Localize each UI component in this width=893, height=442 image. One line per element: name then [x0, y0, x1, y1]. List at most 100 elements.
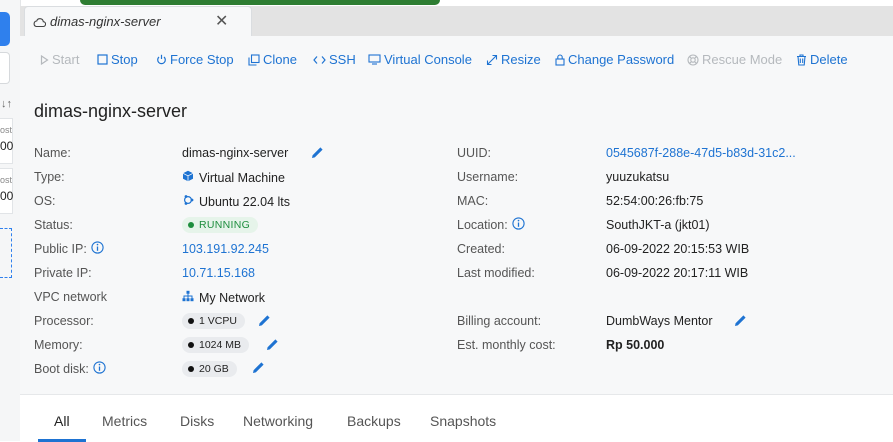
sort-icon[interactable]: ↓↑	[1, 98, 12, 110]
server-card[interactable]: ost 00	[0, 168, 13, 214]
cube-icon	[182, 170, 194, 185]
virtual-console-button[interactable]: Virtual Console	[368, 52, 472, 67]
resize-button[interactable]: Resize	[486, 52, 541, 67]
type-value: Virtual Machine	[182, 170, 285, 185]
pill-dot	[188, 318, 194, 324]
public-ip-label-text: Public IP:	[34, 242, 87, 256]
change-password-label: Change Password	[568, 52, 675, 67]
start-label: Start	[52, 52, 80, 67]
name-label: Name:	[34, 146, 71, 160]
ssh-label: SSH	[329, 52, 356, 67]
boot-disk-pill: 20 GB	[182, 361, 237, 377]
add-server-placeholder[interactable]	[0, 228, 12, 278]
cloud-icon	[33, 15, 47, 33]
location-value: SouthJKT-a (jkt01)	[606, 218, 710, 232]
status-badge: RUNNING	[182, 217, 259, 233]
memory-text: 1024 MB	[199, 339, 242, 351]
billing-account-label: Billing account:	[457, 314, 542, 328]
close-icon[interactable]: ✕	[215, 11, 228, 31]
monthly-cost-label: Est. monthly cost:	[457, 338, 556, 352]
info-icon[interactable]	[91, 241, 104, 257]
tab-all[interactable]: All	[54, 413, 70, 429]
os-label: OS:	[34, 194, 56, 208]
mac-label: MAC:	[457, 194, 489, 208]
action-toolbar: Start Stop Force Stop Clone SSH Virtual …	[20, 36, 893, 85]
tab-disks[interactable]: Disks	[180, 413, 214, 429]
info-icon[interactable]	[93, 361, 106, 377]
server-card[interactable]: ost 00	[0, 118, 13, 164]
tab-networking[interactable]: Networking	[243, 413, 313, 429]
memory-value: 1024 MB	[182, 337, 250, 353]
edit-billing-icon[interactable]	[733, 313, 748, 333]
created-label: Created:	[457, 242, 505, 256]
boot-disk-text: 20 GB	[199, 363, 229, 375]
os-value-text: Ubuntu 22.04 lts	[199, 194, 291, 209]
status-value: RUNNING	[182, 217, 259, 233]
info-icon[interactable]	[512, 217, 525, 233]
delete-button[interactable]: Delete	[796, 52, 848, 67]
pill-dot	[188, 366, 194, 372]
server-card-value: 00	[0, 189, 14, 203]
memory-pill: 1024 MB	[182, 337, 250, 353]
edit-memory-icon[interactable]	[265, 337, 280, 357]
tab-bar: dimas-nginx-server ✕	[20, 6, 893, 36]
boot-disk-value: 20 GB	[182, 361, 237, 377]
stop-label: Stop	[111, 52, 138, 67]
server-card-label: ost	[0, 175, 13, 185]
monitor-icon	[368, 54, 381, 65]
monthly-cost-value: Rp 50.000	[606, 338, 665, 352]
power-icon	[156, 54, 167, 65]
vpc-network-value[interactable]: My Network	[182, 290, 265, 305]
pill-dot	[188, 342, 194, 348]
processor-value: 1 VCPU	[182, 313, 245, 329]
detail-tabs: All Metrics Disks Networking Backups Sna…	[20, 394, 893, 442]
force-stop-button[interactable]: Force Stop	[156, 52, 234, 67]
location-label: Location:	[457, 217, 525, 233]
details-panel: dimas-nginx-server Name: Type: OS: Statu…	[20, 84, 893, 394]
tab-snapshots[interactable]: Snapshots	[430, 413, 496, 429]
search-input-edge[interactable]	[0, 52, 10, 84]
edit-processor-icon[interactable]	[257, 313, 272, 333]
username-label: Username:	[457, 170, 519, 184]
clone-button[interactable]: Clone	[248, 52, 297, 67]
type-value-text: Virtual Machine	[199, 170, 285, 185]
code-icon	[313, 55, 326, 65]
vpc-network-label: VPC network	[34, 290, 107, 304]
stop-icon	[97, 54, 108, 65]
resize-label: Resize	[501, 52, 541, 67]
start-button[interactable]: Start	[40, 52, 79, 67]
private-ip-link[interactable]: 10.71.15.168	[182, 266, 255, 280]
change-password-button[interactable]: Change Password	[555, 52, 674, 67]
status-label: Status:	[34, 218, 73, 232]
force-stop-label: Force Stop	[170, 52, 234, 67]
ssh-button[interactable]: SSH	[313, 52, 356, 67]
tab-server[interactable]: dimas-nginx-server ✕	[24, 6, 252, 36]
sidebar-edge: ↓↑ ost 00 ost 00	[0, 0, 21, 441]
uuid-label: UUID:	[457, 146, 492, 160]
public-ip-label: Public IP:	[34, 241, 104, 257]
clone-label: Clone	[263, 52, 297, 67]
tab-metrics[interactable]: Metrics	[102, 413, 147, 429]
lifebuoy-icon	[687, 53, 699, 66]
create-button-edge[interactable]	[0, 12, 10, 46]
top-accent-bar	[80, 0, 440, 5]
uuid-link[interactable]: 0545687f-288e-47d5-b83d-31c2...	[606, 146, 796, 160]
tab-backups[interactable]: Backups	[347, 413, 401, 429]
stop-button[interactable]: Stop	[97, 52, 138, 67]
server-card-value: 00	[0, 139, 14, 153]
server-card-label: ost	[0, 125, 13, 135]
edit-name-icon[interactable]	[310, 145, 325, 165]
billing-account-value: DumbWays Mentor	[606, 314, 713, 328]
edit-boot-disk-icon[interactable]	[251, 360, 266, 380]
name-value: dimas-nginx-server	[182, 146, 289, 160]
network-icon	[182, 290, 194, 305]
resize-icon	[486, 54, 498, 66]
public-ip-link[interactable]: 103.191.92.245	[182, 242, 269, 256]
status-dot	[188, 222, 194, 228]
processor-text: 1 VCPU	[199, 315, 237, 327]
rescue-mode-label: Rescue Mode	[702, 52, 783, 67]
location-label-text: Location:	[457, 218, 508, 232]
boot-disk-label: Boot disk:	[34, 361, 106, 377]
clone-icon	[248, 53, 260, 66]
rescue-mode-button[interactable]: Rescue Mode	[687, 52, 782, 67]
